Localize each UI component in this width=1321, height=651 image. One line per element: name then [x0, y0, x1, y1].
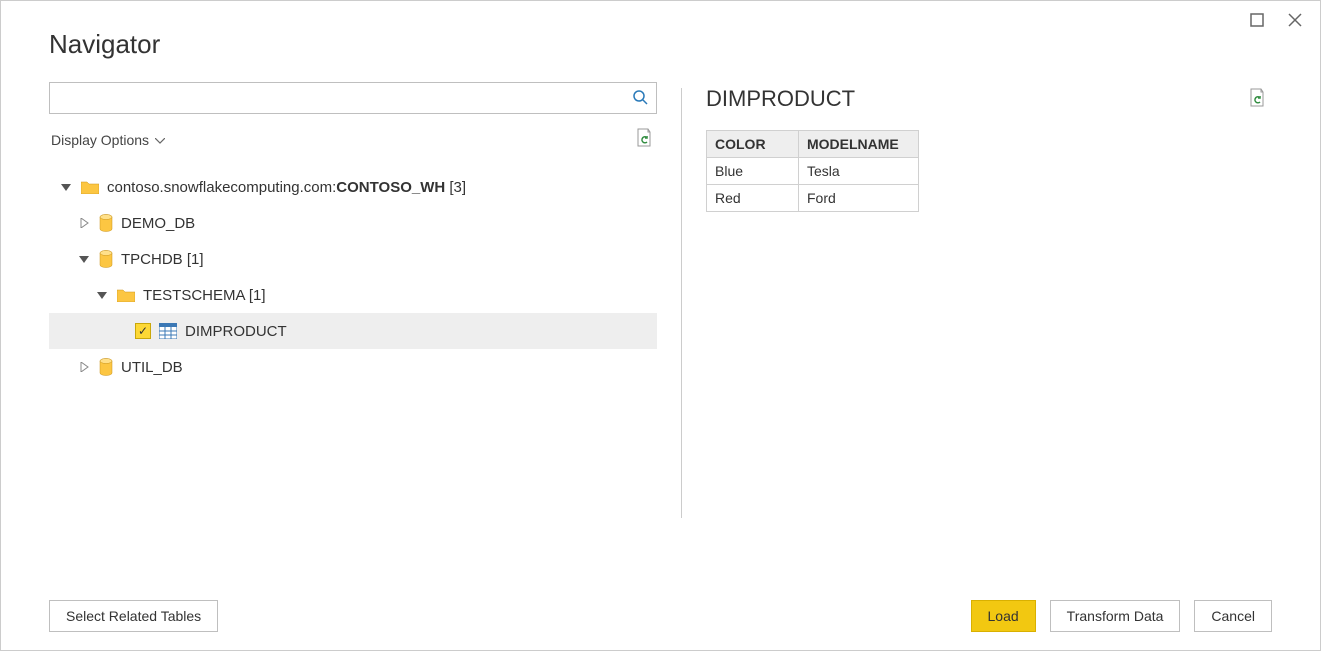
search-input[interactable] [58, 83, 632, 113]
tree-node-testschema[interactable]: TESTSCHEMA [1] [49, 277, 657, 313]
column-header[interactable]: MODELNAME [799, 131, 919, 158]
tree-root[interactable]: contoso.snowflakecomputing.com:CONTOSO_W… [49, 169, 657, 205]
preview-pane: DIMPRODUCT COLOR MODELNAME Blue Tesla Re… [706, 82, 1272, 540]
restore-icon[interactable] [1250, 13, 1264, 27]
left-pane: Display Options contoso.snowflakecomputi… [49, 82, 657, 540]
folder-icon [81, 180, 99, 194]
database-icon [99, 358, 113, 376]
search-icon[interactable] [632, 89, 648, 108]
load-button[interactable]: Load [971, 600, 1036, 632]
tree-node-label: DEMO_DB [121, 215, 195, 232]
collapse-icon[interactable] [77, 254, 91, 264]
database-icon [99, 250, 113, 268]
table-row: Blue Tesla [707, 158, 919, 185]
tree-root-label: contoso.snowflakecomputing.com:CONTOSO_W… [107, 179, 466, 196]
refresh-preview-icon[interactable] [1248, 88, 1266, 111]
cell: Tesla [799, 158, 919, 185]
checkbox[interactable] [135, 323, 151, 339]
close-icon[interactable] [1288, 13, 1302, 27]
cell: Red [707, 185, 799, 212]
cell: Blue [707, 158, 799, 185]
folder-icon [117, 288, 135, 302]
navigator-tree: contoso.snowflakecomputing.com:CONTOSO_W… [49, 169, 657, 385]
tree-node-label: DIMPRODUCT [185, 323, 287, 340]
search-input-container[interactable] [49, 82, 657, 114]
tree-node-dimproduct[interactable]: DIMPRODUCT [49, 313, 657, 349]
tree-node-demo-db[interactable]: DEMO_DB [49, 205, 657, 241]
collapse-icon[interactable] [59, 182, 73, 192]
tree-node-label: UTIL_DB [121, 359, 183, 376]
transform-data-button[interactable]: Transform Data [1050, 600, 1181, 632]
preview-table: COLOR MODELNAME Blue Tesla Red Ford [706, 130, 919, 212]
tree-node-util-db[interactable]: UTIL_DB [49, 349, 657, 385]
display-options-dropdown[interactable]: Display Options [51, 132, 165, 148]
refresh-icon[interactable] [635, 128, 653, 151]
table-row: Red Ford [707, 185, 919, 212]
tree-node-label: TESTSCHEMA [1] [143, 287, 266, 304]
tree-node-tpchdb[interactable]: TPCHDB [1] [49, 241, 657, 277]
chevron-down-icon [155, 138, 165, 144]
pane-divider [681, 88, 682, 518]
table-icon [159, 323, 177, 339]
window-title: Navigator [1, 1, 1320, 60]
column-header[interactable]: COLOR [707, 131, 799, 158]
display-options-label: Display Options [51, 132, 149, 148]
tree-node-label: TPCHDB [1] [121, 251, 204, 268]
preview-title: DIMPRODUCT [706, 86, 855, 112]
expand-icon[interactable] [77, 362, 91, 372]
cancel-button[interactable]: Cancel [1194, 600, 1272, 632]
expand-icon[interactable] [77, 218, 91, 228]
database-icon [99, 214, 113, 232]
select-related-tables-button[interactable]: Select Related Tables [49, 600, 218, 632]
cell: Ford [799, 185, 919, 212]
collapse-icon[interactable] [95, 290, 109, 300]
